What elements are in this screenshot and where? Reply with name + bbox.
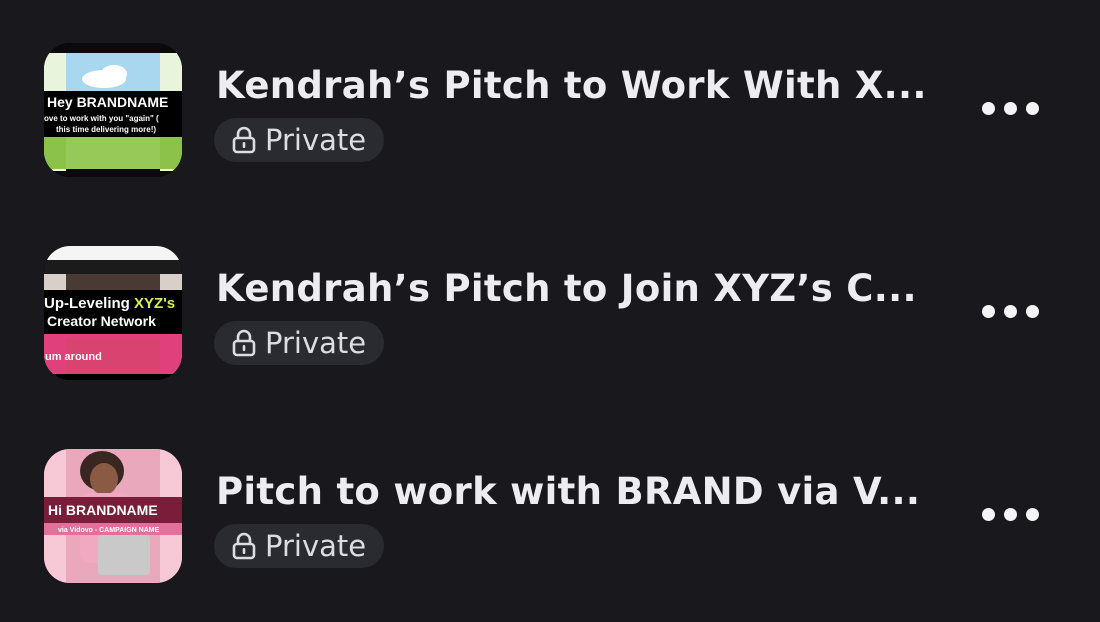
more-options-button[interactable] <box>978 497 1042 531</box>
thumbnail-line1: Creator Network <box>47 313 156 329</box>
lock-icon <box>232 329 256 357</box>
lock-icon <box>232 532 256 560</box>
privacy-badge: Private <box>214 321 385 365</box>
svg-text:Up-Leveling XYZ's: Up-Leveling XYZ's <box>44 295 175 312</box>
design-title[interactable]: Pitch to work with BRAND via V... <box>216 470 920 513</box>
thumbnail-line1: ove to work with you "again" ( <box>44 114 159 123</box>
thumbnail-line1: via Vidovo - CAMPAIGN NAME <box>58 527 160 534</box>
thumbnail-image: Up-Leveling XYZ's Creator Network um aro… <box>44 246 182 380</box>
privacy-label: Private <box>265 326 367 360</box>
thumbnail-image: Hi BRANDNAME via Vidovo - CAMPAIGN NAME <box>44 449 182 583</box>
thumbnail-caption: um around <box>45 351 102 363</box>
thumbnail-image: Hey BRANDNAME ove to work with you "agai… <box>44 43 182 177</box>
design-thumbnail[interactable]: Hi BRANDNAME via Vidovo - CAMPAIGN NAME <box>44 449 182 583</box>
thumbnail-headline: Hi BRANDNAME <box>48 502 158 518</box>
list-item[interactable]: Hey BRANDNAME ove to work with you "agai… <box>0 33 1100 183</box>
more-options-button[interactable] <box>978 91 1042 125</box>
privacy-badge: Private <box>214 524 385 568</box>
thumbnail-headline-accent: XYZ's <box>134 295 175 312</box>
more-horizontal-icon <box>981 507 995 521</box>
more-horizontal-icon <box>981 304 995 318</box>
privacy-badge: Private <box>214 118 385 162</box>
thumbnail-headline: Up-Leveling <box>44 295 134 312</box>
lock-icon <box>232 126 256 154</box>
design-thumbnail[interactable]: Up-Leveling XYZ's Creator Network um aro… <box>44 246 182 380</box>
privacy-label: Private <box>265 529 367 563</box>
design-thumbnail[interactable]: Hey BRANDNAME ove to work with you "agai… <box>44 43 182 177</box>
list-item[interactable]: Up-Leveling XYZ's Creator Network um aro… <box>0 236 1100 386</box>
list-item[interactable]: Hi BRANDNAME via Vidovo - CAMPAIGN NAME … <box>0 439 1100 589</box>
more-horizontal-icon <box>981 101 995 115</box>
thumbnail-line2: this time delivering more!) <box>56 125 156 134</box>
more-options-button[interactable] <box>978 294 1042 328</box>
design-title[interactable]: Kendrah’s Pitch to Work With X... <box>216 64 927 107</box>
design-title[interactable]: Kendrah’s Pitch to Join XYZ’s C... <box>216 267 917 310</box>
privacy-label: Private <box>265 123 367 157</box>
thumbnail-headline: Hey BRANDNAME <box>47 94 168 110</box>
design-list: Hey BRANDNAME ove to work with you "agai… <box>0 0 1100 622</box>
